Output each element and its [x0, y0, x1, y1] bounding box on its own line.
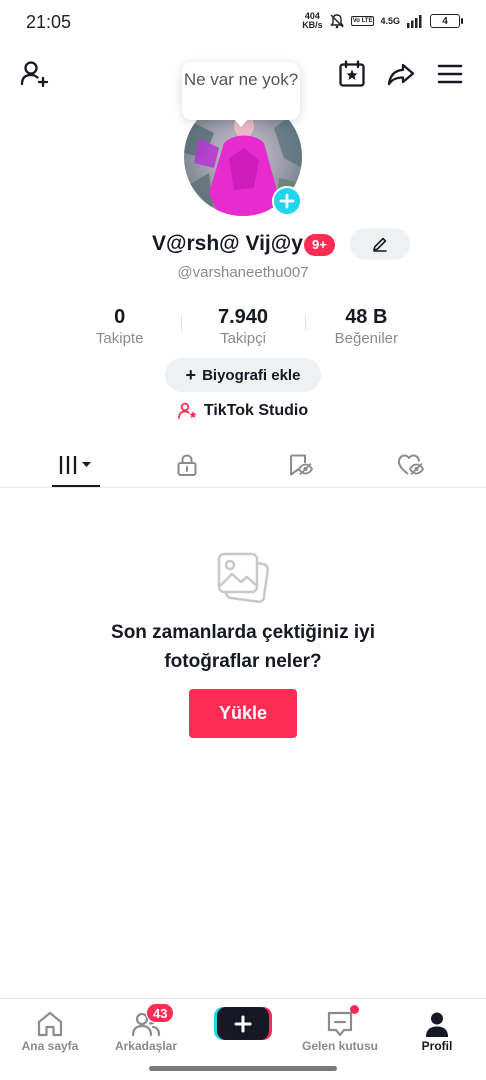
active-tab-indicator [52, 485, 100, 487]
display-name: V@rsh@ Vij@y [152, 232, 303, 255]
create-wrap [0, 999, 486, 1059]
tab-videos[interactable] [46, 442, 106, 488]
signal-icon [407, 15, 422, 28]
status-tooltip[interactable]: Ne var ne yok? [182, 62, 300, 127]
bookmark-eye-icon [290, 454, 313, 476]
notification-badge[interactable]: 9+ [304, 234, 335, 256]
tiktok-studio-link[interactable]: TikTok Studio [0, 402, 486, 420]
add-bio-label: Biyografi ekle [202, 366, 301, 384]
username: @varshaneethu007 [177, 264, 309, 281]
share-arrow-icon[interactable] [385, 58, 417, 90]
plus-icon: + [185, 364, 197, 385]
name-row: V@rsh@ Vij@y 9+ [0, 228, 486, 262]
edit-profile-button[interactable] [350, 228, 410, 260]
status-bar: 21:05 404 KB/s Vo LTE 4.5G 4 [0, 0, 486, 44]
status-icons: 404 KB/s Vo LTE 4.5G 4 [302, 11, 463, 30]
stat-likes[interactable]: 48 B Beğeniler [304, 305, 428, 351]
videos-grid-icon [59, 456, 91, 474]
volte-badge: Vo LTE [350, 16, 375, 26]
studio-label: TikTok Studio [203, 402, 309, 419]
calendar-star-icon[interactable] [336, 58, 368, 90]
tab-liked[interactable] [381, 442, 441, 488]
hamburger-menu-icon[interactable] [434, 58, 466, 90]
person-plus-icon[interactable] [18, 58, 50, 90]
plus-icon [279, 193, 295, 209]
battery-indicator: 4 [430, 14, 463, 28]
person-star-icon [177, 402, 197, 419]
photos-icon [214, 548, 272, 606]
pencil-icon [373, 237, 387, 252]
stat-followers[interactable]: 7.940 Takipçi [181, 305, 304, 351]
home-indicator[interactable] [149, 1066, 337, 1071]
mute-bell-icon [329, 14, 344, 29]
content-tabs [0, 442, 486, 488]
network-speed: 404 KB/s [302, 11, 323, 30]
tab-saved[interactable] [270, 442, 330, 488]
heart-eye-icon [398, 454, 425, 476]
add-bio-button[interactable]: + Biyografi ekle [165, 358, 321, 392]
stats-row: 0 Takipte 7.940 Takipçi 48 B Beğeniler [58, 305, 428, 351]
tab-private[interactable] [157, 442, 217, 488]
upload-button[interactable]: Yükle [189, 689, 297, 738]
lock-icon [177, 454, 197, 476]
network-type: 4.5G [380, 15, 400, 26]
plus-icon [234, 1015, 252, 1032]
stat-following[interactable]: 0 Takipte [58, 305, 181, 351]
add-avatar-button[interactable] [272, 186, 302, 216]
status-time: 21:05 [26, 12, 72, 32]
create-button[interactable] [214, 1007, 272, 1040]
empty-state-title: Son zamanlarda çektiğiniz iyi fotoğrafla… [111, 622, 375, 672]
